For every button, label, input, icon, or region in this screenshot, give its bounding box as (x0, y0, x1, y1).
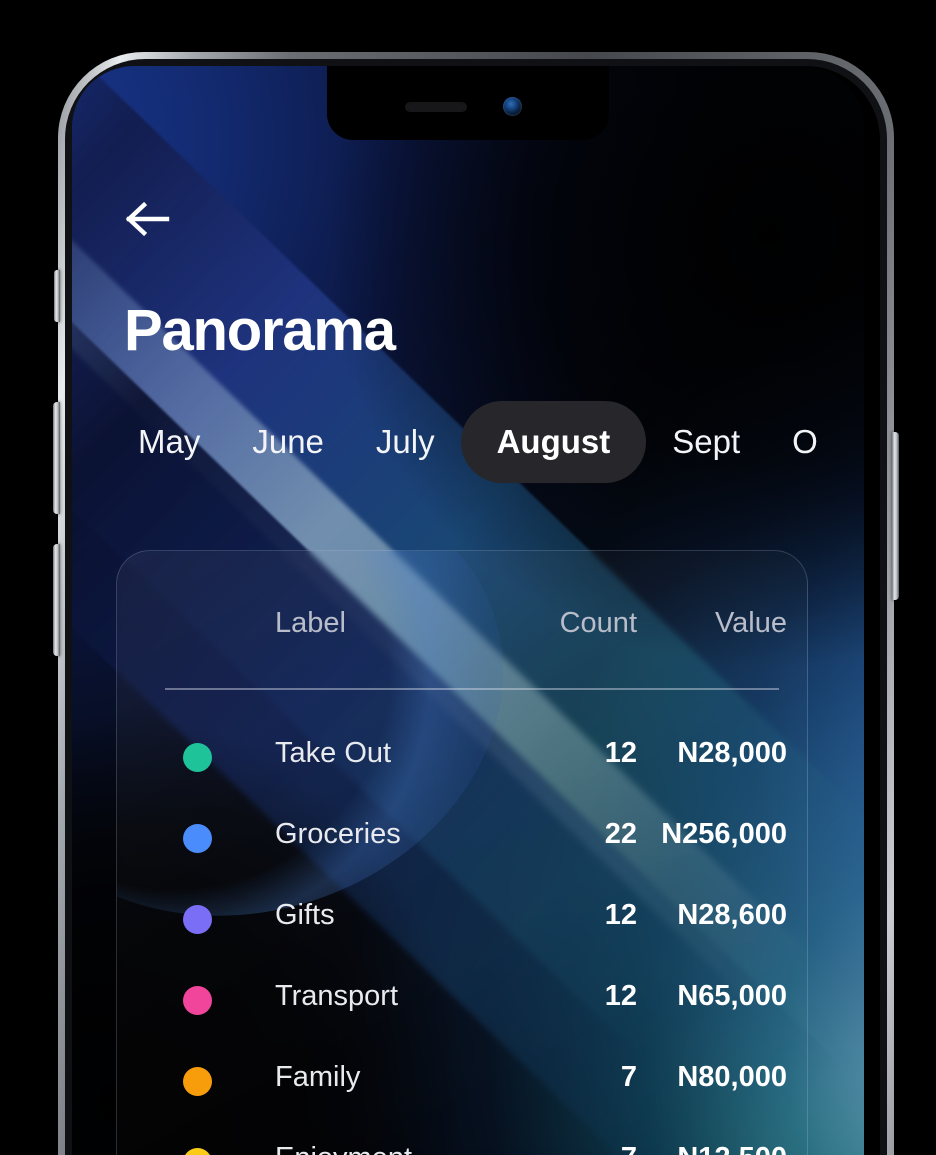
summary-card: Label Count Value Take Out 12 N28,000 Gr… (116, 550, 808, 1155)
row-label: Enjoyment (275, 1142, 412, 1155)
power-button[interactable] (892, 432, 899, 600)
table-row[interactable]: Take Out 12 N28,000 (117, 721, 807, 802)
row-count: 12 (604, 980, 637, 1012)
row-count: 12 (604, 737, 637, 769)
category-color-dot (183, 1067, 212, 1096)
mute-switch-button[interactable] (54, 270, 60, 322)
row-value: N28,600 (677, 899, 787, 931)
row-count: 12 (604, 899, 637, 931)
table-body: Take Out 12 N28,000 Groceries 22 N256,00… (117, 721, 807, 1155)
page-title: Panorama (124, 298, 396, 363)
category-color-dot (183, 824, 212, 853)
table-row[interactable]: Groceries 22 N256,000 (117, 802, 807, 883)
row-label: Take Out (275, 737, 392, 769)
row-value: N28,000 (677, 737, 787, 769)
category-color-dot (183, 905, 212, 934)
table-row[interactable]: Enjoyment 7 N12,500 (117, 1126, 807, 1155)
row-value: N12,500 (637, 1142, 787, 1155)
tab-sept[interactable]: Sept (646, 401, 766, 483)
month-tab-bar[interactable]: May June July August Sept O (112, 396, 864, 488)
front-camera-icon (503, 97, 522, 116)
volume-down-button[interactable] (53, 544, 60, 656)
row-value: N65,000 (677, 980, 787, 1012)
screenshot-root: Panorama May June July August Sept O Lab… (0, 0, 936, 1155)
category-color-dot (183, 743, 212, 772)
column-header-count: Count (559, 606, 637, 639)
row-label: Transport (275, 980, 399, 1012)
phone-screen: Panorama May June July August Sept O Lab… (72, 66, 864, 1155)
tab-june[interactable]: June (226, 401, 350, 483)
column-header-label: Label (275, 606, 346, 639)
row-count: 7 (517, 1142, 637, 1155)
tab-august[interactable]: August (460, 401, 647, 483)
tab-october[interactable]: O (766, 401, 844, 483)
table-row[interactable]: Transport 12 N65,000 (117, 964, 807, 1045)
earpiece-speaker-icon (405, 102, 467, 112)
row-value: N80,000 (677, 1061, 787, 1093)
row-count: 7 (620, 1061, 637, 1093)
table-divider (165, 688, 779, 690)
back-button[interactable] (124, 196, 176, 242)
table-header-row: Label Count Value (117, 601, 807, 645)
device-notch (327, 66, 609, 140)
row-label: Gifts (275, 899, 335, 931)
arrow-left-icon (124, 199, 170, 239)
column-header-value: Value (714, 606, 787, 639)
tab-july[interactable]: July (350, 401, 461, 483)
app-content: Panorama May June July August Sept O Lab… (72, 66, 864, 1155)
volume-up-button[interactable] (53, 402, 60, 514)
row-count: 22 (604, 818, 637, 850)
category-color-dot (183, 1148, 212, 1155)
row-label: Family (275, 1061, 361, 1093)
tab-may[interactable]: May (112, 401, 226, 483)
row-label: Groceries (275, 818, 401, 850)
row-value: N256,000 (661, 818, 787, 850)
table-row[interactable]: Family 7 N80,000 (117, 1045, 807, 1126)
table-row[interactable]: Gifts 12 N28,600 (117, 883, 807, 964)
category-color-dot (183, 986, 212, 1015)
